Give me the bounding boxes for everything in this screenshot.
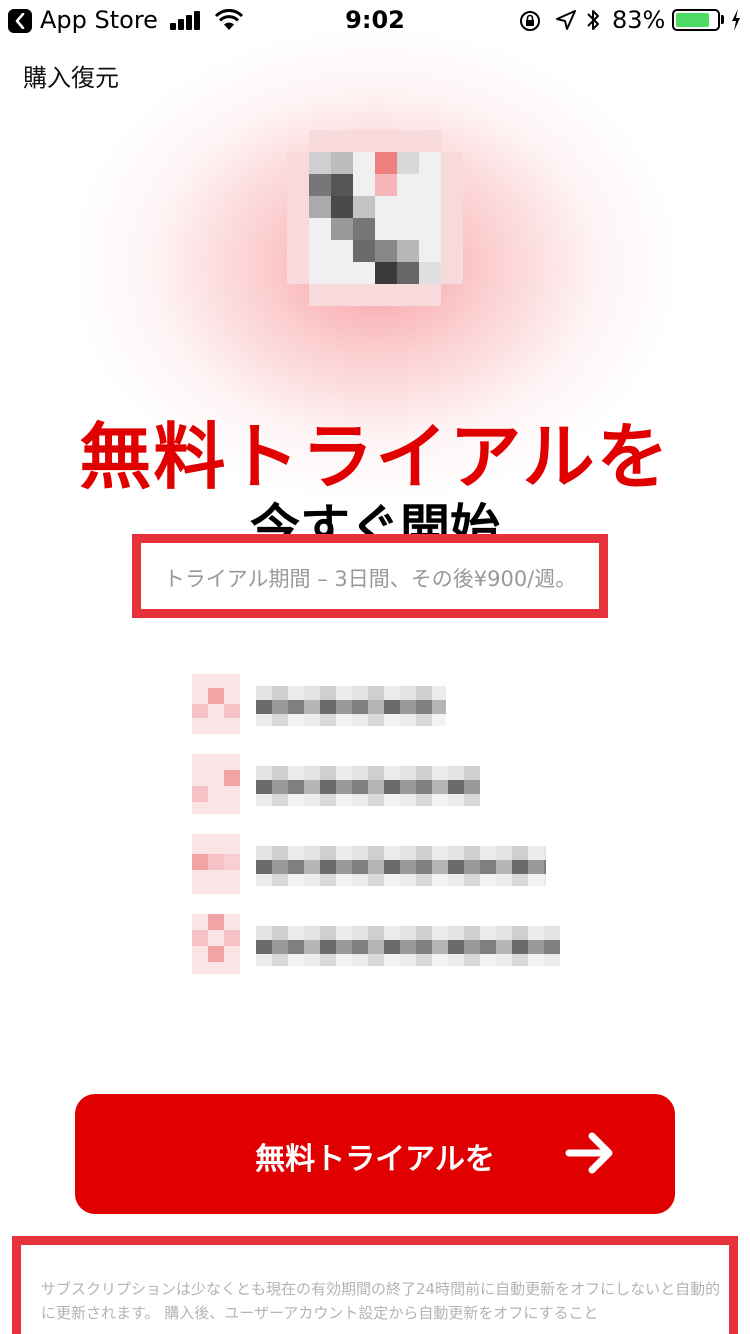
legal-notice-highlight: サブスクリプションは少なくとも現在の有効期間の終了24時間前に自動更新をオフにし… — [12, 1236, 738, 1334]
location-icon — [556, 10, 576, 30]
trial-info-highlight: トライアル期間 – 3日間、その後¥900/週。 — [132, 534, 608, 618]
charging-bolt-icon — [732, 9, 740, 31]
feature-text-blurred — [256, 766, 480, 806]
feature-item — [192, 670, 572, 740]
battery-tip — [721, 15, 724, 24]
subscription-terms: サブスクリプションは少なくとも現在の有効期間の終了24時間前に自動更新をオフにし… — [41, 1280, 721, 1322]
feature-text-blurred — [256, 926, 560, 966]
feature-item — [192, 830, 572, 900]
app-icon — [287, 130, 463, 306]
arrow-right-icon — [565, 1132, 613, 1174]
feature-text-blurred — [256, 686, 446, 726]
trial-info: トライアル期間 – 3日間、その後¥900/週。 — [163, 567, 577, 591]
feature-icon — [192, 914, 240, 974]
battery-icon — [672, 9, 720, 31]
feature-icon — [192, 754, 240, 814]
feature-icon — [192, 674, 240, 734]
start-free-trial-button[interactable]: 無料トライアルを — [75, 1094, 675, 1214]
battery-level — [676, 13, 709, 27]
feature-item — [192, 750, 572, 820]
feature-icon — [192, 834, 240, 894]
feature-text-blurred — [256, 846, 546, 886]
feature-item — [192, 910, 572, 980]
